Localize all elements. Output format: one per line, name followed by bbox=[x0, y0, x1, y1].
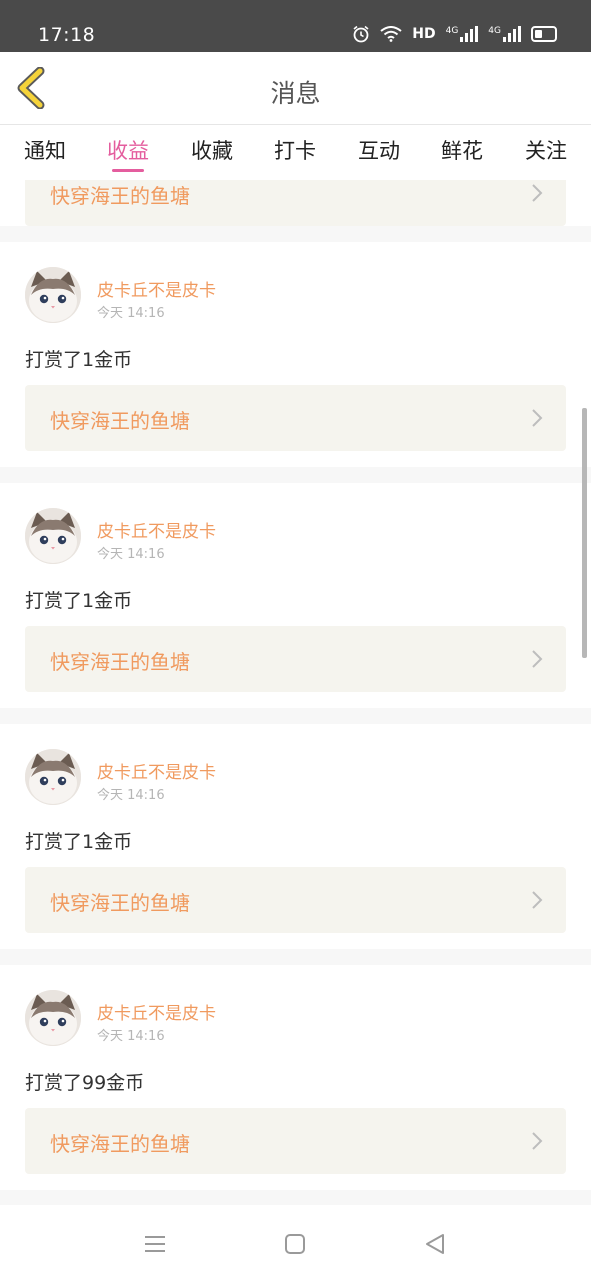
book-link[interactable]: 快穿海王的鱼塘 bbox=[25, 626, 566, 692]
list-item: 皮卡丘不是皮卡 今天 14:16 打赏了1金币 快穿海王的鱼塘 bbox=[0, 483, 591, 708]
tab-interactions[interactable]: 互动 bbox=[358, 135, 400, 165]
chevron-right-icon bbox=[532, 891, 543, 909]
username[interactable]: 皮卡丘不是皮卡 bbox=[97, 758, 216, 783]
chevron-right-icon bbox=[532, 650, 543, 668]
book-title: 快穿海王的鱼塘 bbox=[50, 650, 190, 674]
network-4g-label-1: 4G bbox=[445, 26, 459, 36]
timestamp: 今天 14:16 bbox=[97, 788, 165, 803]
username[interactable]: 皮卡丘不是皮卡 bbox=[97, 517, 216, 542]
message-text: 打赏了1金币 bbox=[25, 349, 133, 371]
list-item: 皮卡丘不是皮卡 今天 14:16 打赏了99金币 快穿海王的鱼塘 bbox=[0, 965, 591, 1190]
active-tab-indicator bbox=[112, 169, 144, 172]
message-text: 打赏了1金币 bbox=[25, 831, 133, 853]
status-icons: HD 4G 4G bbox=[352, 25, 557, 43]
network-hd-label: HD bbox=[412, 26, 436, 42]
system-nav-bar bbox=[0, 1205, 591, 1280]
book-title: 快穿海王的鱼塘 bbox=[50, 891, 190, 915]
wifi-icon bbox=[380, 26, 402, 42]
cat-avatar-icon bbox=[25, 749, 81, 805]
cat-avatar-icon bbox=[25, 508, 81, 564]
header-bar: 消息 bbox=[0, 52, 591, 124]
avatar[interactable] bbox=[25, 267, 81, 323]
chevron-right-icon bbox=[532, 409, 543, 427]
timestamp: 今天 14:16 bbox=[97, 547, 165, 562]
page-title: 消息 bbox=[270, 79, 321, 108]
book-link[interactable]: 快穿海王的鱼塘 bbox=[25, 1108, 566, 1174]
book-link[interactable]: 快穿海王的鱼塘 bbox=[25, 180, 566, 226]
username[interactable]: 皮卡丘不是皮卡 bbox=[97, 276, 216, 301]
list-item-partial: 快穿海王的鱼塘 bbox=[0, 180, 591, 226]
timestamp: 今天 14:16 bbox=[97, 306, 165, 321]
avatar[interactable] bbox=[25, 990, 81, 1046]
tab-follows[interactable]: 关注 bbox=[525, 135, 567, 165]
tab-favorites[interactable]: 收藏 bbox=[191, 135, 233, 165]
chevron-right-icon bbox=[532, 1132, 543, 1150]
back-icon[interactable] bbox=[422, 1231, 448, 1257]
book-link[interactable]: 快穿海王的鱼塘 bbox=[25, 867, 566, 933]
avatar[interactable] bbox=[25, 749, 81, 805]
book-title: 快穿海王的鱼塘 bbox=[50, 1132, 190, 1156]
tab-notifications[interactable]: 通知 bbox=[24, 135, 66, 165]
earnings-feed[interactable]: 快穿海王的鱼塘 皮卡丘不是皮卡 今天 14:16 打赏了1金币 快穿海王的鱼塘 bbox=[0, 180, 591, 1205]
cat-avatar-icon bbox=[25, 990, 81, 1046]
status-time: 17:18 bbox=[38, 24, 96, 46]
signal-icon-1 bbox=[460, 26, 479, 42]
book-title: 快穿海王的鱼塘 bbox=[50, 184, 190, 208]
scrollbar[interactable] bbox=[582, 408, 587, 658]
avatar[interactable] bbox=[25, 508, 81, 564]
tab-flowers[interactable]: 鲜花 bbox=[441, 135, 483, 165]
book-link[interactable]: 快穿海王的鱼塘 bbox=[25, 385, 566, 451]
chevron-right-icon bbox=[532, 184, 543, 202]
list-item: 皮卡丘不是皮卡 今天 14:16 打赏了1金币 快穿海王的鱼塘 bbox=[0, 724, 591, 949]
list-item: 皮卡丘不是皮卡 今天 14:16 打赏了1金币 快穿海王的鱼塘 bbox=[0, 242, 591, 467]
cat-avatar-icon bbox=[25, 267, 81, 323]
signal-icon-2 bbox=[503, 26, 521, 42]
username[interactable]: 皮卡丘不是皮卡 bbox=[97, 999, 216, 1024]
tab-earnings[interactable]: 收益 bbox=[107, 135, 149, 165]
message-text: 打赏了1金币 bbox=[25, 590, 133, 612]
tab-bar: 通知 收益 收藏 打卡 互动 鲜花 关注 bbox=[0, 124, 591, 181]
home-icon[interactable] bbox=[282, 1231, 308, 1257]
menu-icon[interactable] bbox=[142, 1231, 168, 1257]
network-4g-label-2: 4G bbox=[488, 26, 501, 36]
book-title: 快穿海王的鱼塘 bbox=[50, 409, 190, 433]
tab-checkin[interactable]: 打卡 bbox=[274, 135, 316, 165]
message-text: 打赏了99金币 bbox=[25, 1072, 145, 1094]
status-bar: 17:18 HD 4G 4G bbox=[0, 0, 591, 52]
battery-icon bbox=[531, 26, 557, 42]
alarm-icon bbox=[353, 25, 369, 43]
timestamp: 今天 14:16 bbox=[97, 1029, 165, 1044]
